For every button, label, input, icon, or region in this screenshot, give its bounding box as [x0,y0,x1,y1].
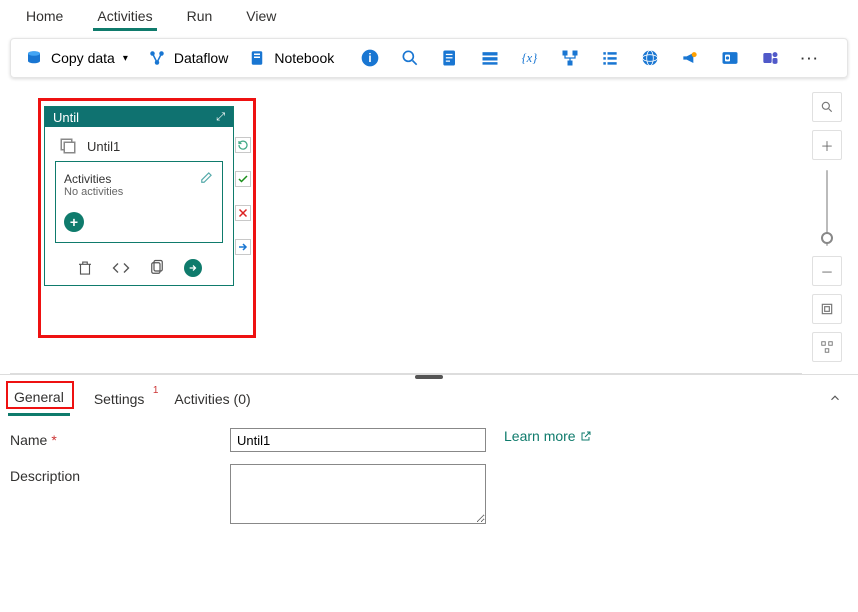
ribbon-tabs: Home Activities Run View [0,0,858,32]
required-star-icon: * [51,432,56,448]
outlook-icon[interactable] [720,48,740,68]
add-activity-button[interactable]: + [64,212,84,232]
name-input[interactable] [230,428,486,452]
node-name: Until1 [87,139,120,154]
activities-heading: Activities [64,172,214,186]
variable-x-icon[interactable]: {x} [520,48,540,68]
until-loop-icon [59,137,77,155]
copy-data-label: Copy data [51,50,115,66]
description-field-label: Description [10,464,230,484]
tab-view[interactable]: View [242,6,280,31]
zoom-slider[interactable] [826,170,828,246]
dataflow-label: Dataflow [174,50,228,66]
toolbar-extra-icons: i {x} ··· [360,48,820,68]
node-side-handles [235,137,251,255]
external-link-icon [580,430,592,442]
search-magnify-icon[interactable] [400,48,420,68]
name-field-label: Name* [10,428,230,448]
no-activities-label: No activities [64,186,214,198]
pipeline-branch-icon[interactable] [560,48,580,68]
info-icon[interactable]: i [360,48,380,68]
zoom-thumb[interactable] [821,232,833,244]
dependency-handle-success[interactable] [235,171,251,187]
table-icon[interactable] [480,48,500,68]
tab-settings[interactable]: Settings 1 [88,385,151,415]
copy-node-icon[interactable] [148,259,166,277]
run-node-icon[interactable] [184,259,202,277]
list-icon[interactable] [600,48,620,68]
notebook-icon [248,49,266,67]
tab-activities[interactable]: Activities [93,6,156,31]
tab-run[interactable]: Run [183,6,217,31]
notebook-button[interactable]: Notebook [242,45,340,71]
svg-text:{x}: {x} [522,51,538,65]
megaphone-icon[interactable] [680,48,700,68]
expand-icon[interactable]: ⤢ [216,111,225,124]
description-textarea[interactable] [230,464,486,524]
node-header[interactable]: Until ⤢ [45,107,233,127]
tab-home[interactable]: Home [22,6,67,31]
until-activity-node[interactable]: Until ⤢ Until1 Activities No activities … [44,106,234,286]
script-icon[interactable] [440,48,460,68]
node-type-label: Until [53,110,79,125]
node-footer-actions [45,253,233,285]
inner-activities-box[interactable]: Activities No activities + [55,161,223,243]
properties-panel: General Settings 1 Activities (0) Name* … [0,374,858,600]
notebook-label: Notebook [274,50,334,66]
copy-data-button[interactable]: Copy data ▾ [19,45,134,71]
zoom-out-button[interactable]: － [812,256,842,286]
canvas-search-icon[interactable] [812,92,842,122]
globe-icon[interactable] [640,48,660,68]
svg-text:i: i [369,52,372,65]
more-ellipsis-icon[interactable]: ··· [800,48,820,68]
properties-tabs: General Settings 1 Activities (0) [0,377,858,416]
teams-icon[interactable] [760,48,780,68]
tab-general[interactable]: General [8,383,70,416]
tab-settings-label: Settings [94,391,145,407]
fit-screen-icon[interactable] [812,294,842,324]
code-view-icon[interactable] [112,259,130,277]
dependency-handle-skip[interactable] [235,137,251,153]
name-label-text: Name [10,432,47,448]
canvas-area[interactable]: Until ⤢ Until1 Activities No activities … [10,84,848,374]
dataflow-icon [148,49,166,67]
delete-icon[interactable] [76,259,94,277]
edit-activities-icon[interactable] [200,170,214,187]
collapse-panel-icon[interactable] [828,391,842,408]
zoom-in-button[interactable]: ＋ [812,130,842,160]
dataflow-button[interactable]: Dataflow [142,45,234,71]
ribbon-toolbar: Copy data ▾ Dataflow Notebook i {x} [10,38,848,78]
canvas-controls-rail: ＋ － [812,92,842,362]
tab-activities-list[interactable]: Activities (0) [168,385,256,415]
settings-warning-badge: 1 [153,385,159,396]
learn-more-text: Learn more [504,428,576,444]
chevron-down-icon: ▾ [123,53,128,64]
dependency-handle-completion[interactable] [235,239,251,255]
learn-more-link[interactable]: Learn more [504,428,592,444]
auto-layout-icon[interactable] [812,332,842,362]
database-icon [25,49,43,67]
dependency-handle-fail[interactable] [235,205,251,221]
